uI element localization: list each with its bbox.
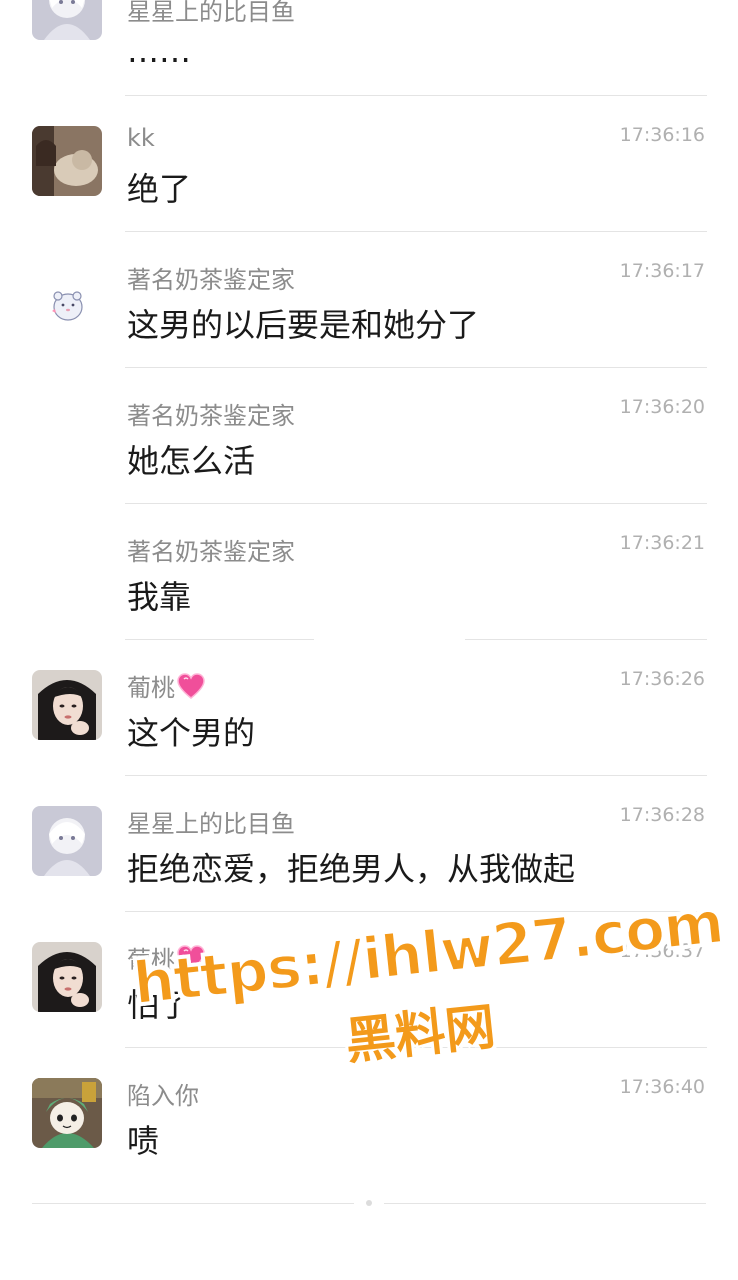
- message-divider: [125, 231, 707, 232]
- chat-message[interactable]: 葡桃 17:36:26 这个男的: [0, 644, 738, 780]
- message-time: 17:36:37: [619, 940, 705, 962]
- message-divider: [465, 639, 707, 640]
- bottom-divider-dot: [366, 1200, 372, 1206]
- girl-selfie-avatar[interactable]: [32, 942, 102, 1012]
- sender-name: 著名奶茶鉴定家: [127, 402, 295, 430]
- heart-emoji-icon: [177, 673, 205, 705]
- message-text: 绝了: [127, 170, 192, 208]
- chat-message[interactable]: 著名奶茶鉴定家 17:36:21 我靠: [0, 508, 738, 644]
- hamster-sticker-avatar[interactable]: [32, 267, 102, 337]
- sender-name: 葡桃: [127, 668, 205, 705]
- anime-girl-avatar[interactable]: [32, 806, 102, 876]
- heart-emoji-icon: [177, 945, 205, 977]
- message-text: ……: [127, 32, 191, 70]
- sender-name: 著名奶茶鉴定家: [127, 538, 295, 566]
- sender-name: 葡桃: [127, 940, 205, 977]
- sender-name: 陷入你: [127, 1082, 199, 1110]
- bottom-divider-left: [32, 1203, 354, 1204]
- message-time: 17:36:17: [619, 260, 705, 282]
- message-divider: [125, 1047, 707, 1048]
- bottom-divider-right: [384, 1203, 706, 1204]
- message-divider: [125, 95, 707, 96]
- message-time: 17:36:20: [619, 396, 705, 418]
- message-divider: [125, 503, 707, 504]
- sender-name: 星星上的比目鱼: [127, 0, 295, 26]
- sender-name: kk: [127, 124, 155, 152]
- girl-selfie-avatar[interactable]: [32, 670, 102, 740]
- message-text: 怕了: [127, 986, 192, 1024]
- cartoon-frog-hat-avatar[interactable]: [32, 1078, 102, 1148]
- message-time: 17:36:28: [619, 804, 705, 826]
- message-time: 17:36:21: [619, 532, 705, 554]
- message-divider: [125, 775, 707, 776]
- sender-name: 著名奶茶鉴定家: [127, 266, 295, 294]
- chat-message[interactable]: 著名奶茶鉴定家 17:36:20 她怎么活: [0, 372, 738, 508]
- message-text: 啧: [127, 1122, 160, 1160]
- message-text: 拒绝恋爱，拒绝男人，从我做起: [127, 850, 576, 888]
- chat-message[interactable]: 星星上的比目鱼 ……: [0, 0, 738, 100]
- anime-girl-avatar[interactable]: [32, 0, 102, 40]
- message-text: 这个男的: [127, 714, 256, 752]
- message-divider: [125, 367, 707, 368]
- chat-message[interactable]: 葡桃 17:36:37 怕了: [0, 916, 738, 1052]
- cat-photo-avatar[interactable]: [32, 126, 102, 196]
- message-time: 17:36:40: [619, 1076, 705, 1098]
- sender-name: 星星上的比目鱼: [127, 810, 295, 838]
- chat-message[interactable]: 陷入你 17:36:40 啧: [0, 1052, 738, 1188]
- message-text: 我靠: [127, 578, 192, 616]
- message-time: 17:36:26: [619, 668, 705, 690]
- message-text: 这男的以后要是和她分了: [127, 306, 480, 344]
- sender-name-label: 葡桃: [127, 946, 175, 974]
- message-text: 她怎么活: [127, 442, 256, 480]
- chat-message[interactable]: kk 17:36:16 绝了: [0, 100, 738, 236]
- sender-name-label: 葡桃: [127, 674, 175, 702]
- chat-message[interactable]: 著名奶茶鉴定家 17:36:17 这男的以后要是和她分了: [0, 236, 738, 372]
- message-divider: [125, 639, 314, 640]
- message-time: 17:36:16: [619, 124, 705, 146]
- message-divider: [125, 911, 707, 912]
- chat-message[interactable]: 星星上的比目鱼 17:36:28 拒绝恋爱，拒绝男人，从我做起: [0, 780, 738, 916]
